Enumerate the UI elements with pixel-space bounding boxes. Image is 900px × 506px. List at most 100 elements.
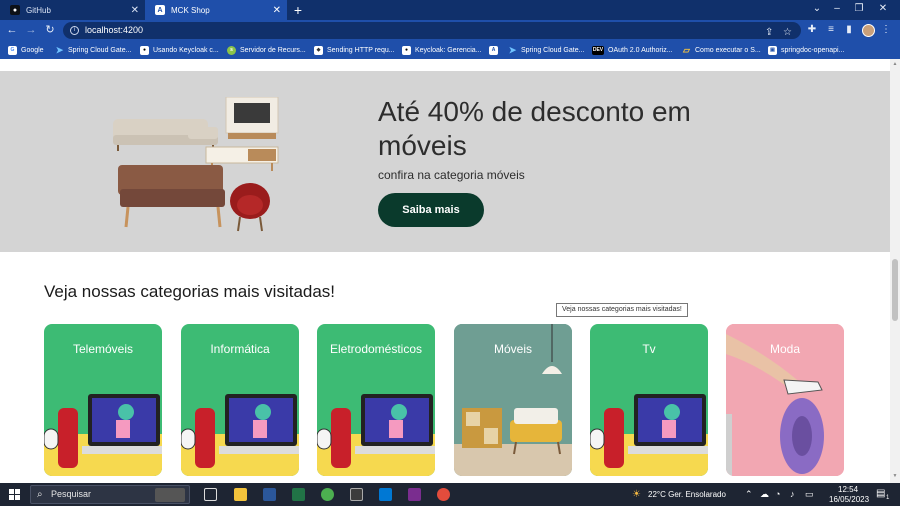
weather-text[interactable]: 22°C Ger. Ensolarado [648,490,726,499]
category-card-telemoveis[interactable]: Telemóveis [44,324,162,476]
keycloak-icon: ● [402,45,411,55]
forward-icon[interactable]: → [24,23,38,37]
bookmark-label: Spring Cloud Gate... [521,46,585,54]
promo-banner: Até 40% de desconto em móveis confira na… [0,71,890,252]
keycloak-icon: ● [140,45,149,55]
network-icon[interactable]: ☁ [760,489,769,500]
bookmark-label: springdoc-openapi... [781,46,845,54]
bookmark-label: OAuth 2.0 Authoriz... [608,46,673,54]
bookmark-label: Como executar o S... [695,46,761,54]
browser-toolbar: ← → ↻ i localhost:4200 ⇪ ☆ ✚ ≡ ▮ ⋮ [0,20,900,41]
bookmark-item[interactable]: ◆ Sending HTTP requ... [314,44,395,56]
extensions-icon[interactable]: ✚ [806,24,818,36]
google-icon: G [8,45,17,55]
folder-icon: ▱ [683,44,690,55]
bookmark-item[interactable]: G Google [8,44,44,56]
bookmark-label: Spring Cloud Gate... [68,46,132,54]
clock-date[interactable]: 16/05/2023 [829,495,869,504]
minimize-icon[interactable]: – [830,3,844,14]
category-label: Telemóveis [72,342,134,356]
info-icon[interactable]: i [70,26,79,35]
scroll-up-icon[interactable]: ▲ [891,61,899,69]
vscode-icon[interactable] [379,488,392,501]
weather-icon: ☀ [632,489,641,500]
sidepanel-icon[interactable]: ▮ [843,24,855,36]
category-label: Moda [769,342,801,356]
page-scrollbar[interactable]: ▲ ▼ [890,59,900,483]
battery-icon[interactable]: ▭ [805,489,814,500]
tab-title: GitHub [26,5,51,15]
server-icon: s [227,45,236,55]
media-icon[interactable]: ≡ [825,24,837,36]
new-tab-button[interactable]: + [290,2,306,18]
bookmark-item[interactable]: s Servidor de Recurs... [227,44,306,56]
windows-start-icon[interactable] [9,489,20,500]
window-close-icon[interactable]: ✕ [876,3,890,14]
bookmark-item[interactable]: ▱ Como executar o S... [682,44,761,56]
bookmark-label: Google [21,46,44,54]
file-explorer-icon[interactable] [234,488,247,501]
tray-chevron-icon[interactable]: ⌃ [745,489,753,500]
excel-icon[interactable] [292,488,305,501]
taskbar-search[interactable]: ⌕ Pesquisar [30,485,190,504]
arrow-bookmark-icon: ➤ [55,44,64,55]
learn-more-button[interactable]: Saiba mais [378,193,484,227]
scrollbar-thumb[interactable] [892,259,898,321]
category-label: Móveis [493,342,532,356]
taskbar: ⌕ Pesquisar ☀ 22°C Ger. Ensolarado ⌃ ☁ ◔… [0,483,900,506]
category-card-eletrodomesticos[interactable]: Eletrodomésticos [317,324,435,476]
angular-icon: A [155,5,165,15]
bookmark-item[interactable]: ● Keycloak: Gerencia... [402,44,482,56]
category-label: Tv [642,342,656,356]
chrome-app-icon[interactable] [437,488,450,501]
bookmark-label: Usando Keycloak c... [153,46,219,54]
notification-count: 1 [886,495,890,501]
share-icon[interactable]: ⇪ [765,24,773,41]
chevron-down-icon[interactable]: ⌄ [810,3,824,14]
chrome-icon[interactable] [321,488,334,501]
browser-tab-strip: ● GitHub ✕ A MCK Shop ✕ + ⌄ – ❐ ✕ [0,0,900,20]
back-icon[interactable]: ← [5,23,19,37]
tooltip: Veja nossas categorias mais visitadas! [556,303,688,317]
menu-icon[interactable]: ⋮ [880,24,892,36]
category-label: Informática [210,342,270,356]
terminal-icon[interactable] [350,488,363,501]
address-bar[interactable]: i localhost:4200 ⇪ ☆ [63,22,801,39]
category-card-moda[interactable]: Moda [726,324,844,476]
clock-time[interactable]: 12:54 [838,485,858,494]
restore-icon[interactable]: ❐ [852,3,866,14]
address-text: localhost:4200 [85,25,144,35]
category-card-tv[interactable]: Tv [590,324,708,476]
close-icon[interactable]: ✕ [273,5,281,16]
categories-title: Veja nossas categorias mais visitadas! [44,282,336,301]
tab-github[interactable]: ● GitHub ✕ [0,0,145,20]
scroll-down-icon[interactable]: ▼ [891,473,899,481]
word-icon[interactable] [263,488,276,501]
camera-icon [155,488,185,502]
bookmark-item[interactable]: ● Usando Keycloak c... [140,44,219,56]
springdoc-icon: ▣ [768,45,777,55]
notification-icon[interactable]: ▤ [876,488,885,499]
hero-subtitle: confira na categoria móveis [378,168,525,182]
category-label: Eletrodomésticos [329,342,423,356]
bookmark-item[interactable]: A [489,44,502,56]
tab-mck-shop[interactable]: A MCK Shop ✕ [145,0,287,20]
bookmark-item[interactable]: DEV OAuth 2.0 Authoriz... [592,44,673,56]
hero-title: Até 40% de desconto em móveis [378,96,691,161]
speaker-icon[interactable]: ♪ [790,489,795,499]
reload-icon[interactable]: ↻ [43,23,57,37]
category-card-moveis[interactable]: Móveis [454,324,572,476]
category-card-informatica[interactable]: Informática [181,324,299,476]
bookmark-item[interactable]: ➤ Spring Cloud Gate... [55,44,132,56]
bookmark-item[interactable]: ▣ springdoc-openapi... [768,44,844,56]
close-icon[interactable]: ✕ [131,5,139,16]
profile-avatar[interactable] [862,24,875,37]
intellij-icon[interactable] [408,488,421,501]
bookmark-label: Servidor de Recurs... [240,46,306,54]
task-view-icon[interactable] [204,488,217,501]
search-icon: ⌕ [37,489,43,500]
wifi-icon[interactable]: ◔ [775,489,780,499]
bookmarks-bar: G Google ➤ Spring Cloud Gate... ● Usando… [0,41,900,59]
bookmark-item[interactable]: ➤ Spring Cloud Gate... [508,44,585,56]
star-icon[interactable]: ☆ [783,24,792,41]
